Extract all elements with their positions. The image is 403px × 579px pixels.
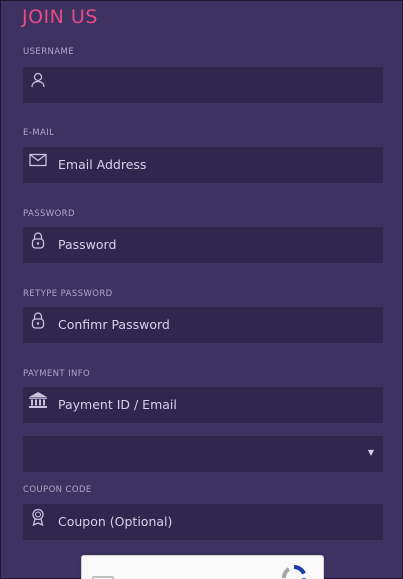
username-label: USERNAME xyxy=(23,47,74,57)
email-label: E-MAIL xyxy=(23,128,55,138)
email-field[interactable]: Email Address xyxy=(23,147,383,183)
username-field[interactable] xyxy=(23,67,383,103)
payment-label: PAYMENT INFO xyxy=(23,369,91,379)
coupon-label: COUPON CODE xyxy=(23,485,92,495)
password-field[interactable]: Password xyxy=(23,227,383,263)
page-title: JOIN US xyxy=(22,6,98,28)
recaptcha-widget[interactable] xyxy=(81,555,324,579)
coupon-placeholder: Coupon (Optional) xyxy=(58,514,173,529)
payment-method-select[interactable]: ▼ xyxy=(23,436,383,472)
envelope-icon xyxy=(27,149,49,171)
email-placeholder: Email Address xyxy=(58,157,147,172)
user-icon xyxy=(27,69,49,91)
retype-password-field[interactable]: Confimr Password xyxy=(23,307,383,343)
password-label: PASSWORD xyxy=(23,209,75,219)
coupon-field[interactable]: Coupon (Optional) xyxy=(23,504,383,540)
password-placeholder: Password xyxy=(58,237,117,252)
badge-icon xyxy=(27,506,49,528)
payment-field[interactable]: Payment ID / Email xyxy=(23,387,383,423)
retype-password-label: RETYPE PASSWORD xyxy=(23,289,113,299)
retype-password-placeholder: Confimr Password xyxy=(58,317,170,332)
payment-placeholder: Payment ID / Email xyxy=(58,397,177,412)
lock-icon xyxy=(27,309,49,331)
chevron-down-icon: ▼ xyxy=(367,448,374,457)
lock-icon xyxy=(27,229,49,251)
recaptcha-logo-icon xyxy=(280,564,308,579)
bank-icon xyxy=(27,389,49,411)
